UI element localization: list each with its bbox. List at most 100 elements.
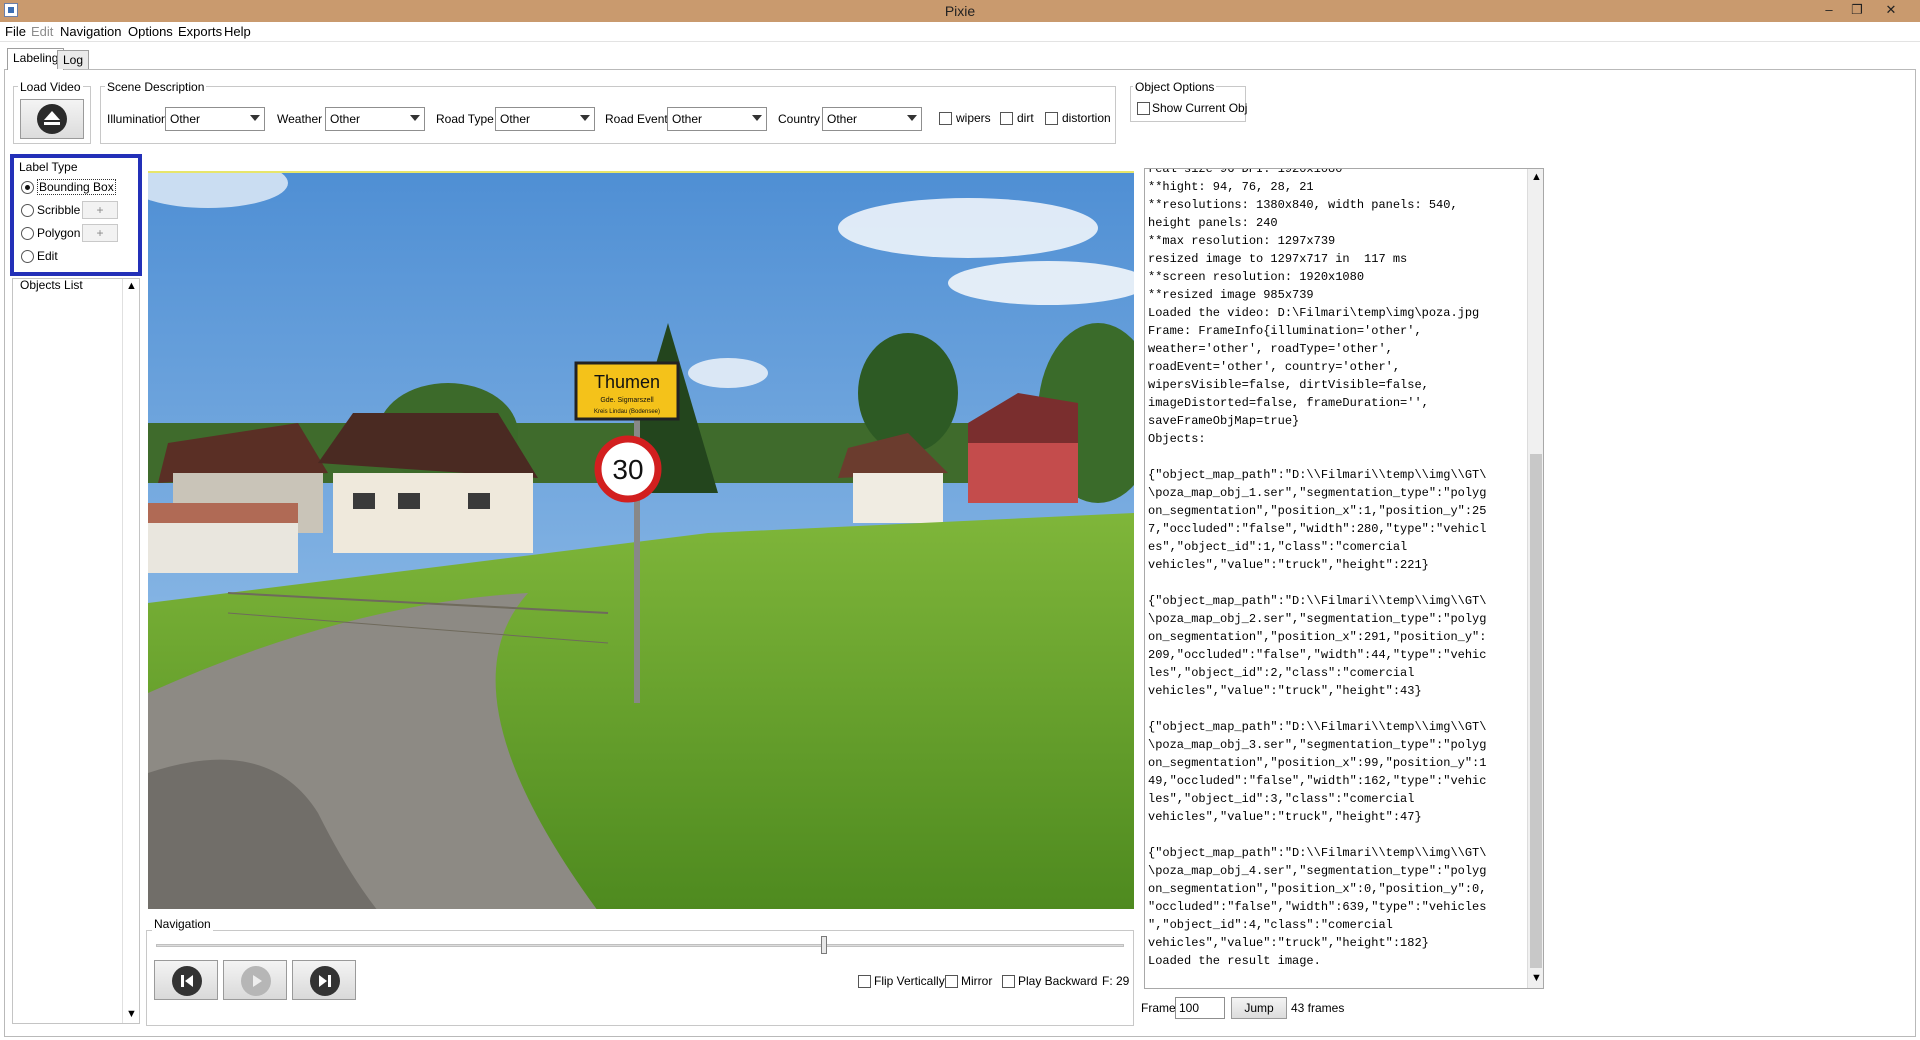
log-line: Loaded the result image. xyxy=(1148,954,1321,968)
objects-list-panel[interactable] xyxy=(12,278,140,1024)
weather-label: Weather xyxy=(277,112,323,126)
flip-vertically-checkbox[interactable] xyxy=(858,975,871,988)
log-line: saveFrameObjMap=true} xyxy=(1148,414,1300,428)
image-canvas[interactable]: Thumen Gde. Sigmarszell Kreis Lindau (Bo… xyxy=(148,171,1134,909)
road-event-select[interactable]: Other xyxy=(667,107,767,131)
navigation-slider-thumb[interactable] xyxy=(820,936,827,954)
wipers-checkbox[interactable] xyxy=(939,112,952,125)
log-line: **screen resolution: 1920x1080 xyxy=(1148,270,1365,284)
log-scrollbar-thumb[interactable] xyxy=(1530,454,1542,968)
log-line: \poza_map_obj_3.ser","segmentation_type"… xyxy=(1148,738,1487,752)
dirt-checkbox[interactable] xyxy=(1000,112,1013,125)
previous-frame-button[interactable] xyxy=(154,960,218,1000)
next-frame-button[interactable] xyxy=(292,960,356,1000)
log-line: **hight: 94, 76, 28, 21 xyxy=(1148,180,1314,194)
road-event-label: Road Event xyxy=(605,112,668,126)
frame-count: 43 frames xyxy=(1291,1001,1345,1015)
object-options-title: Object Options xyxy=(1133,80,1217,94)
scene-description-title: Scene Description xyxy=(105,80,207,94)
load-video-button[interactable] xyxy=(20,99,84,139)
road-type-value: Other xyxy=(500,112,531,126)
scroll-up-icon[interactable]: ▲ xyxy=(1531,171,1542,183)
log-panel[interactable]: real size 96 DPI: 1920x1080 **hight: 94, … xyxy=(1144,168,1544,989)
minimize-button[interactable]: – xyxy=(1818,2,1840,18)
road-type-select[interactable]: Other xyxy=(495,107,595,131)
show-current-obj-label: Show Current Obj xyxy=(1152,101,1248,115)
weather-value: Other xyxy=(330,112,361,126)
weather-select[interactable]: Other xyxy=(325,107,425,131)
scene-image: Thumen Gde. Sigmarszell Kreis Lindau (Bo… xyxy=(148,173,1134,909)
country-select[interactable]: Other xyxy=(822,107,922,131)
chevron-down-icon xyxy=(907,115,917,121)
play-button[interactable] xyxy=(223,960,287,1000)
scribble-radio[interactable] xyxy=(21,204,34,217)
scroll-down-icon[interactable]: ▼ xyxy=(1531,972,1542,984)
log-line: \poza_map_obj_4.ser","segmentation_type"… xyxy=(1148,864,1487,878)
log-line: resized image to 1297x717 in 117 ms xyxy=(1148,252,1408,266)
bounding-box-radio[interactable] xyxy=(21,181,34,194)
sign-town-text: Thumen xyxy=(594,372,660,392)
menu-options[interactable]: Options xyxy=(128,24,173,39)
road-type-label: Road Type xyxy=(436,112,494,126)
navigation-slider-track[interactable] xyxy=(156,944,1124,947)
tab-log[interactable]: Log xyxy=(57,50,90,69)
log-line: vehicles","value":"truck","height":47} xyxy=(1148,810,1422,824)
log-line: wipersVisible=false, dirtVisible=false, xyxy=(1148,378,1429,392)
illumination-select[interactable]: Other xyxy=(165,107,265,131)
close-button[interactable]: ✕ xyxy=(1880,2,1902,18)
show-current-obj-checkbox[interactable] xyxy=(1137,102,1150,115)
log-line: on_segmentation","position_x":1,"positio… xyxy=(1148,504,1487,518)
sign-line3-text: Kreis Lindau (Bodensee) xyxy=(594,409,660,415)
polygon-radio[interactable] xyxy=(21,227,34,240)
objects-list-scrollbar[interactable] xyxy=(122,279,139,1023)
scribble-add-button[interactable]: + xyxy=(82,201,118,219)
frame-counter: F: 29 xyxy=(1102,974,1130,988)
menu-edit[interactable]: Edit xyxy=(31,24,53,39)
menu-navigation[interactable]: Navigation xyxy=(60,24,121,39)
label-type-title: Label Type xyxy=(19,160,78,174)
sign-line2-text: Gde. Sigmarszell xyxy=(600,397,654,404)
play-icon xyxy=(241,966,271,996)
play-backward-checkbox[interactable] xyxy=(1002,975,1015,988)
scroll-up-icon[interactable]: ▲ xyxy=(126,280,137,292)
log-line: les","object_id":3,"class":"comercial xyxy=(1148,792,1415,806)
distortion-checkbox[interactable] xyxy=(1045,112,1058,125)
menu-file[interactable]: File xyxy=(5,24,26,39)
illumination-value: Other xyxy=(170,112,201,126)
log-line: on_segmentation","position_x":0,"positio… xyxy=(1148,882,1487,896)
title-bar: Pixie – ❐ ✕ xyxy=(0,0,1920,22)
log-line: weather='other', roadType='other', xyxy=(1148,342,1393,356)
scroll-down-icon[interactable]: ▼ xyxy=(126,1008,137,1020)
skip-back-icon xyxy=(172,966,202,996)
log-line: 7,"occluded":"false","width":280,"type":… xyxy=(1148,522,1487,536)
flip-vertically-label: Flip Vertically xyxy=(874,974,945,988)
window-title: Pixie xyxy=(944,3,976,19)
sign-speed-text: 30 xyxy=(612,454,643,485)
polygon-add-button[interactable]: + xyxy=(82,224,118,242)
log-line: Frame: FrameInfo{illumination='other', xyxy=(1148,324,1422,338)
illumination-label: Illumination xyxy=(107,112,168,126)
restore-button[interactable]: ❐ xyxy=(1846,2,1868,18)
menu-exports[interactable]: Exports xyxy=(178,24,222,39)
jump-button[interactable]: Jump xyxy=(1231,997,1287,1019)
frame-input[interactable] xyxy=(1175,997,1225,1019)
log-line: vehicles","value":"truck","height":221} xyxy=(1148,558,1429,572)
mirror-label: Mirror xyxy=(961,974,993,988)
log-line: **resized image 985x739 xyxy=(1148,288,1314,302)
menu-help[interactable]: Help xyxy=(224,24,251,39)
mirror-checkbox[interactable] xyxy=(945,975,958,988)
log-line: "occluded":"false","width":639,"type":"v… xyxy=(1148,900,1487,914)
distortion-label: distortion xyxy=(1062,111,1111,125)
log-line: 209,"occluded":"false","width":44,"type"… xyxy=(1148,648,1487,662)
log-line: Objects: xyxy=(1148,432,1206,446)
frame-label: Frame xyxy=(1141,1001,1176,1015)
log-line: les","object_id":2,"class":"comercial xyxy=(1148,666,1415,680)
tab-labeling[interactable]: Labeling xyxy=(7,48,65,70)
navigation-title: Navigation xyxy=(152,917,213,931)
log-line: \poza_map_obj_2.ser","segmentation_type"… xyxy=(1148,612,1487,626)
log-line: height panels: 240 xyxy=(1148,216,1278,230)
edit-radio[interactable] xyxy=(21,250,34,263)
log-scrollbar[interactable]: ▲ ▼ xyxy=(1527,169,1543,988)
